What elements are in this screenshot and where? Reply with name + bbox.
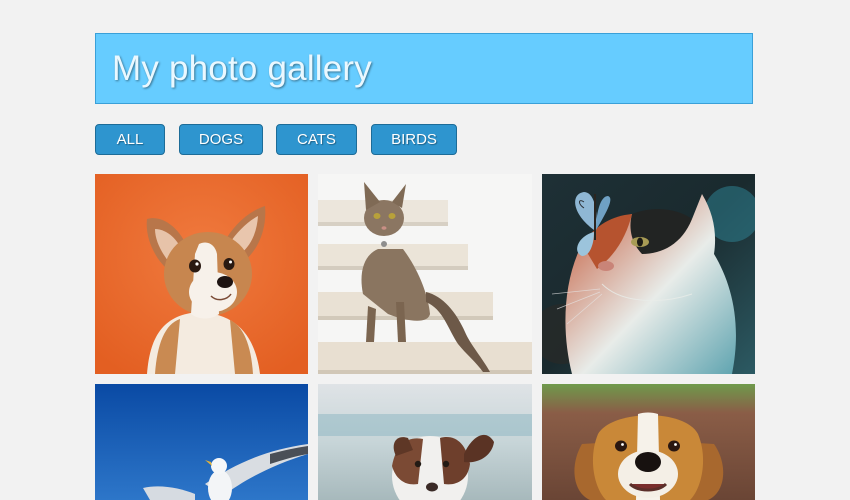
page-title: My photo gallery bbox=[112, 48, 372, 88]
photo-cat-butterfly[interactable] bbox=[542, 174, 755, 374]
photo-tabby-cat-stairs[interactable] bbox=[318, 174, 532, 374]
filter-all-button[interactable]: ALL bbox=[95, 124, 165, 155]
gallery-header: My photo gallery bbox=[95, 33, 753, 104]
photo-beagle[interactable] bbox=[542, 384, 755, 500]
filter-cats-button[interactable]: CATS bbox=[276, 124, 357, 155]
photo-seagull[interactable] bbox=[95, 384, 308, 500]
filter-dogs-button[interactable]: DOGS bbox=[179, 124, 263, 155]
photo-australian-shepherd[interactable] bbox=[318, 384, 532, 500]
photo-corgi-puppy[interactable] bbox=[95, 174, 308, 374]
filter-birds-button[interactable]: BIRDS bbox=[371, 124, 457, 155]
